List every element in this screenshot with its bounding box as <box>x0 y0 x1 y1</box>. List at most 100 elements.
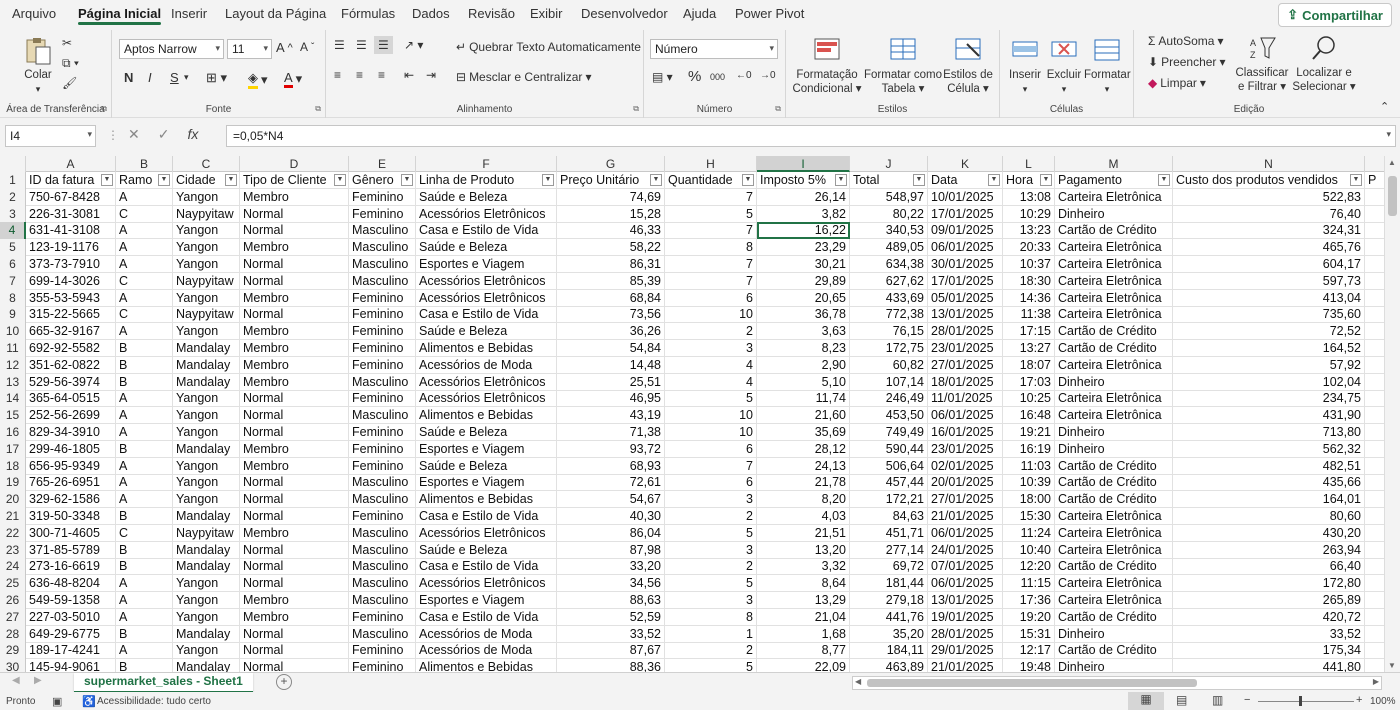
cell[interactable]: Feminino <box>349 608 416 626</box>
cell[interactable]: 11:03 <box>1003 457 1055 475</box>
cell[interactable]: 33,52 <box>557 625 665 643</box>
cell[interactable]: Feminino <box>349 289 416 307</box>
cell[interactable]: 72,52 <box>1173 323 1365 341</box>
cell[interactable]: Acessórios Eletrônicos <box>416 373 557 391</box>
italic-button[interactable]: I <box>148 70 152 85</box>
cell[interactable]: 277,14 <box>850 541 928 559</box>
zoom-level[interactable]: 100% <box>1370 696 1396 707</box>
cell[interactable]: 16/01/2025 <box>928 424 1003 441</box>
row-header[interactable]: 29 <box>0 642 26 660</box>
cell[interactable]: 273-16-6619 <box>26 558 116 576</box>
cell[interactable]: Carteira Eletrônica <box>1055 272 1173 290</box>
cell[interactable]: 57,92 <box>1173 356 1365 374</box>
cell[interactable]: 463,89 <box>850 659 928 672</box>
cell[interactable]: A <box>116 642 173 660</box>
cell[interactable]: 300-71-4605 <box>26 524 116 542</box>
accessibility-icon[interactable]: ♿ <box>82 695 96 708</box>
cell[interactable]: Mandalay <box>173 558 240 576</box>
cell[interactable]: Yangon <box>173 256 240 273</box>
cell[interactable]: B <box>116 508 173 525</box>
cell[interactable]: 19:48 <box>1003 659 1055 672</box>
cell[interactable]: 265,89 <box>1173 592 1365 609</box>
cell[interactable]: A <box>116 289 173 307</box>
header-cell[interactable]: Gênero ▼ <box>349 172 416 189</box>
cell[interactable]: 12:17 <box>1003 642 1055 660</box>
cell[interactable]: 279,18 <box>850 592 928 609</box>
cell[interactable]: Normal <box>240 205 349 223</box>
cell[interactable]: Alimentos e Bebidas <box>416 659 557 672</box>
cell[interactable]: Dinheiro <box>1055 424 1173 441</box>
cell[interactable]: 1,68 <box>757 625 850 643</box>
cell[interactable]: Saúde e Beleza <box>416 188 557 206</box>
macro-record-icon[interactable]: ▣ <box>52 695 62 708</box>
cell[interactable]: 13,29 <box>757 592 850 609</box>
header-cell[interactable]: Quantidade ▼ <box>665 172 757 189</box>
column-header-J[interactable]: J <box>850 156 928 172</box>
wrap-text-button[interactable]: ↵ Quebrar Texto Automaticamente <box>456 40 641 54</box>
cell[interactable]: Naypyitaw <box>173 306 240 324</box>
cell[interactable]: 30,21 <box>757 256 850 273</box>
cell[interactable]: Cartão de Crédito <box>1055 340 1173 357</box>
cell[interactable]: 263,94 <box>1173 541 1365 559</box>
cell[interactable]: Membro <box>240 592 349 609</box>
cell[interactable]: Acessórios Eletrônicos <box>416 272 557 290</box>
filter-dropdown-icon[interactable]: ▼ <box>1040 174 1052 186</box>
cell[interactable]: Membro <box>240 188 349 206</box>
cell[interactable]: 7 <box>665 222 757 240</box>
cell[interactable]: 175,34 <box>1173 642 1365 660</box>
page-layout-view-icon[interactable]: ▤ <box>1176 693 1187 707</box>
share-button[interactable]: ⇪ Compartilhar <box>1278 3 1392 27</box>
tab-desenvolvedor[interactable]: Desenvolvedor <box>581 6 668 21</box>
cell[interactable]: Casa e Estilo de Vida <box>416 222 557 240</box>
accessibility-status[interactable]: Acessibilidade: tudo certo <box>97 696 211 707</box>
cell[interactable]: Membro <box>240 373 349 391</box>
cell[interactable]: Normal <box>240 558 349 576</box>
row-header[interactable]: 28 <box>0 625 26 643</box>
cell[interactable]: 17:15 <box>1003 323 1055 341</box>
cell[interactable]: 102,04 <box>1173 373 1365 391</box>
cell[interactable]: 10/01/2025 <box>928 188 1003 206</box>
cell[interactable]: 465,76 <box>1173 239 1365 257</box>
cell[interactable]: Yangon <box>173 289 240 307</box>
cell[interactable]: 21/01/2025 <box>928 659 1003 672</box>
cell[interactable]: Membro <box>240 323 349 341</box>
cell[interactable]: 5 <box>665 390 757 408</box>
cell[interactable]: 34,56 <box>557 575 665 593</box>
cell[interactable]: Mandalay <box>173 625 240 643</box>
cell[interactable]: 529-56-3974 <box>26 373 116 391</box>
cell[interactable]: Carteira Eletrônica <box>1055 508 1173 525</box>
cell[interactable]: 8,77 <box>757 642 850 660</box>
cell[interactable]: A <box>116 390 173 408</box>
cell[interactable]: Normal <box>240 491 349 509</box>
filter-dropdown-icon[interactable]: ▼ <box>334 174 346 186</box>
cell[interactable]: 172,80 <box>1173 575 1365 593</box>
cell[interactable]: 21,78 <box>757 474 850 492</box>
header-cell[interactable]: Linha de Produto ▼ <box>416 172 557 189</box>
cell[interactable]: Cartão de Crédito <box>1055 608 1173 626</box>
cell[interactable]: 21,60 <box>757 407 850 425</box>
cell[interactable]: Yangon <box>173 491 240 509</box>
cell[interactable]: 20/01/2025 <box>928 474 1003 492</box>
filter-dropdown-icon[interactable]: ▼ <box>101 174 113 186</box>
cell[interactable]: 5,10 <box>757 373 850 391</box>
borders-icon[interactable]: ⊞ ▾ <box>206 70 227 86</box>
row-header[interactable]: 5 <box>0 239 26 257</box>
cell[interactable]: 85,39 <box>557 272 665 290</box>
chevron-down-icon[interactable]: ▾ <box>184 72 189 83</box>
cell[interactable]: Saúde e Beleza <box>416 541 557 559</box>
cell[interactable]: Carteira Eletrônica <box>1055 575 1173 593</box>
column-header-C[interactable]: C <box>173 156 240 172</box>
cell[interactable]: 772,38 <box>850 306 928 324</box>
formula-input[interactable]: =0,05*N4 ▾ <box>226 125 1396 147</box>
cell[interactable]: 46,33 <box>557 222 665 240</box>
add-sheet-icon[interactable]: + <box>276 674 292 690</box>
cell[interactable]: 88,63 <box>557 592 665 609</box>
cell[interactable]: Membro <box>240 608 349 626</box>
cell[interactable]: Saúde e Beleza <box>416 457 557 475</box>
cell[interactable]: Feminino <box>349 306 416 324</box>
header-cell[interactable]: Preço Unitário ▼ <box>557 172 665 189</box>
cell[interactable]: 8 <box>665 239 757 257</box>
cell[interactable]: 4,03 <box>757 508 850 525</box>
cell[interactable]: Carteira Eletrônica <box>1055 256 1173 273</box>
cell[interactable]: Normal <box>240 474 349 492</box>
